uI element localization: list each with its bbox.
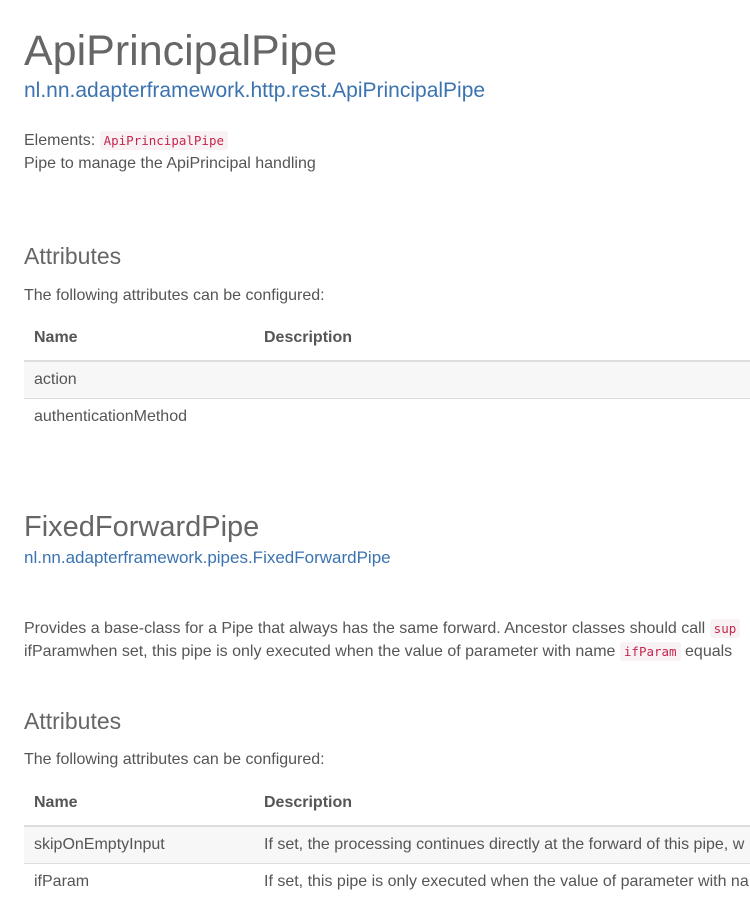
elements-label: Elements: [24,132,96,149]
api-attributes-intro: The following attributes can be configur… [24,287,325,304]
attr-name: ifParam [24,863,254,900]
col-description-header: Description [254,316,750,362]
desc-code: sup [709,619,741,638]
attr-description: If set, the processing continues directl… [254,825,750,864]
table-row: action [24,360,750,399]
api-attributes-table: Name Description action authenticationMe… [24,316,750,435]
api-title: ApiPrincipalPipe [24,27,338,75]
fixed-title: FixedForwardPipe [24,511,260,543]
fixed-attributes-intro: The following attributes can be configur… [24,751,325,768]
api-package-link[interactable]: nl.nn.adapterframework.http.rest.ApiPrin… [24,80,750,101]
fixed-desc-line2: ifParamwhen set, this pipe is only execu… [24,642,750,661]
fixed-package-link[interactable]: nl.nn.adapterframework.pipes.FixedForwar… [24,549,750,566]
attr-name: action [24,360,254,399]
col-description-header: Description [254,781,750,827]
table-row: authenticationMethod [24,398,750,435]
desc-text: Provides a base-class for a Pipe that al… [24,620,706,637]
table-row: skipOnEmptyInput If set, the processing … [24,825,750,864]
desc-text: ifParamwhen set, this pipe is only execu… [24,643,616,660]
api-elements: Elements: ApiPrincipalPipe [24,131,750,150]
desc-code: ifParam [619,642,681,661]
desc-text-end: equals [685,643,733,660]
fixed-attributes-table: Name Description skipOnEmptyInput If set… [24,781,750,900]
table-row: ifParam If set, this pipe is only execut… [24,863,750,900]
fixed-desc-line1: Provides a base-class for a Pipe that al… [24,619,750,638]
col-name-header: Name [24,781,254,827]
attr-description [254,360,750,399]
elements-code: ApiPrincipalPipe [99,131,229,150]
attr-name: authenticationMethod [24,398,254,435]
attr-description [254,398,750,435]
api-description: Pipe to manage the ApiPrincipal handling [24,155,316,172]
attr-description: If set, this pipe is only executed when … [254,863,750,900]
col-name-header: Name [24,316,254,362]
attr-name: skipOnEmptyInput [24,825,254,864]
api-attributes-heading: Attributes [24,243,122,269]
fixed-attributes-heading: Attributes [24,708,122,734]
